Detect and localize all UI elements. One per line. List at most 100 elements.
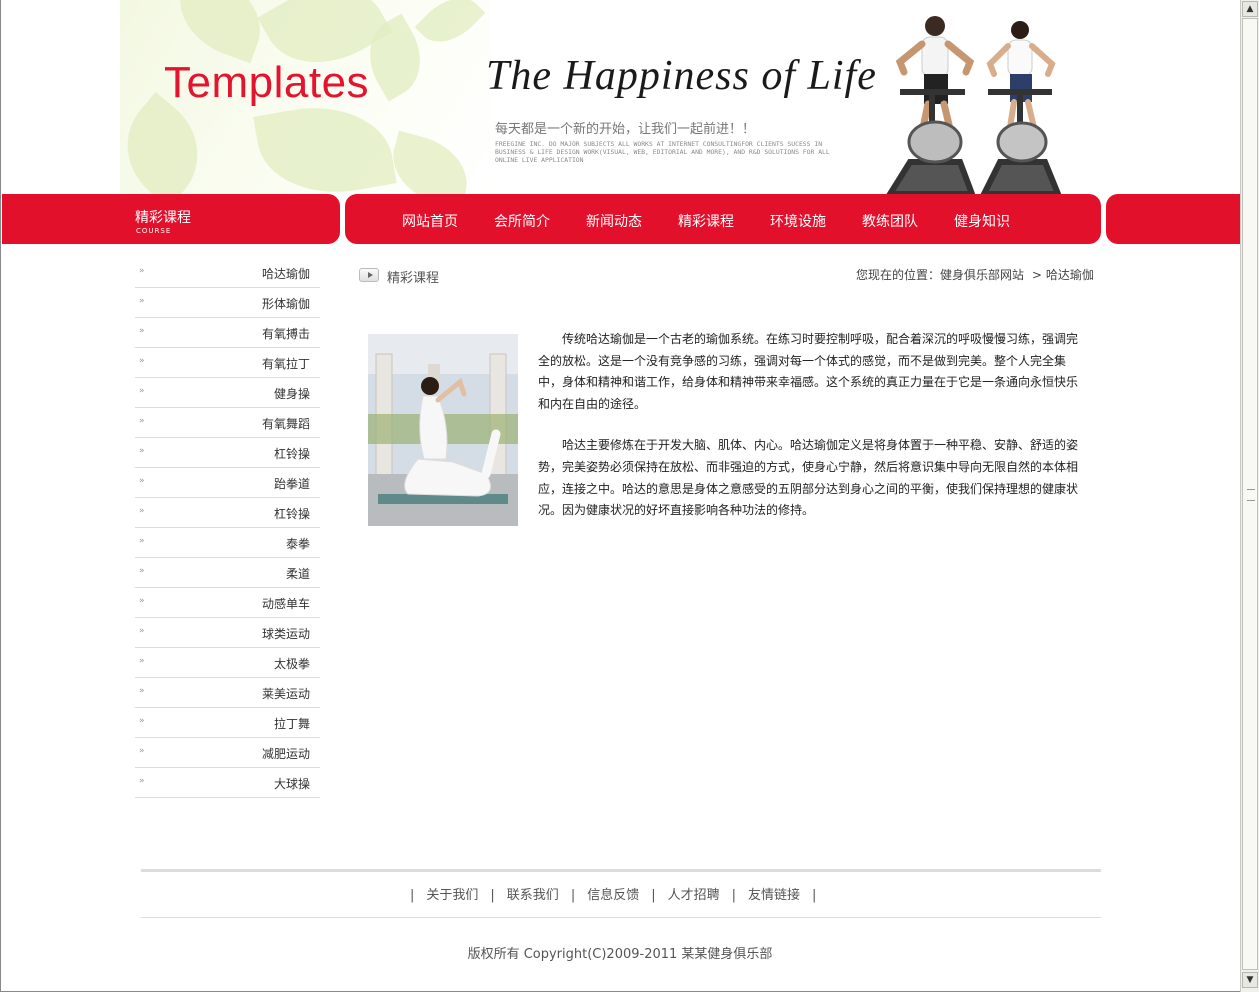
sidebar-item[interactable]: » 有氧拉丁 (135, 348, 320, 378)
course-sidebar: » 哈达瑜伽 » 形体瑜伽 » 有氧搏击 » 有氧拉丁 » 健身操 » 有氧舞蹈 » 杠铃操 » 跆拳道 » 杠铃… (135, 258, 320, 798)
sidebar-item-label: 形体瑜伽 (261, 297, 310, 311)
nav-item-news[interactable]: 新闻动态 (586, 211, 642, 231)
double-arrow-icon: » (139, 296, 145, 306)
scroll-down-icon[interactable]: ▼ (1242, 972, 1258, 988)
section-title: 精彩课程 (135, 210, 191, 226)
nav-item-knowledge[interactable]: 健身知识 (954, 211, 1010, 231)
footer-link[interactable]: 友情链接 (748, 888, 800, 903)
footer-link[interactable]: 人才招聘 (668, 888, 720, 903)
footer-line (141, 917, 1101, 918)
nav-item-home[interactable]: 网站首页 (402, 211, 458, 231)
sidebar-item-label: 跆拳道 (273, 477, 310, 491)
breadcrumb-separator: > (1031, 268, 1042, 282)
vertical-scrollbar[interactable]: ▲ ▼ (1240, 0, 1259, 992)
sidebar-item[interactable]: » 球类运动 (135, 618, 320, 648)
footer-separator: | (731, 888, 737, 903)
sidebar-item[interactable]: » 杠铃操 (135, 498, 320, 528)
double-arrow-icon: » (139, 506, 145, 516)
sidebar-item[interactable]: » 减肥运动 (135, 738, 320, 768)
double-arrow-icon: » (139, 596, 145, 606)
sidebar-item-label: 有氧拉丁 (261, 357, 310, 371)
sidebar-item-label: 有氧搏击 (261, 327, 310, 341)
fitness-people-image (886, 16, 1062, 194)
double-arrow-icon: » (139, 446, 145, 456)
sidebar-item[interactable]: » 泰拳 (135, 528, 320, 558)
slogan-english: FREEGINE INC. DO MAJOR SUBJECTS ALL WORK… (495, 140, 830, 164)
sidebar-item-label: 减肥运动 (261, 747, 310, 761)
sidebar-item[interactable]: » 健身操 (135, 378, 320, 408)
nav-item-about[interactable]: 会所简介 (494, 211, 550, 231)
sidebar-item-label: 大球操 (273, 777, 310, 791)
double-arrow-icon: » (139, 356, 145, 366)
content-title: 精彩课程 (387, 271, 440, 286)
scroll-up-icon[interactable]: ▲ (1242, 1, 1258, 17)
site-header: Templates The Happiness of Life 每天都是一个新的… (120, 0, 1240, 194)
sidebar-item-label: 哈达瑜伽 (261, 267, 310, 281)
copyright: 版权所有 Copyright(C)2009-2011 某某健身俱乐部 (467, 947, 773, 962)
sidebar-item[interactable]: » 大球操 (135, 768, 320, 798)
footer-separator: | (570, 888, 576, 903)
double-arrow-icon: » (139, 266, 145, 276)
sidebar-item-label: 太极拳 (273, 657, 310, 671)
sidebar-item[interactable]: » 拉丁舞 (135, 708, 320, 738)
section-subtitle: COURSE (136, 227, 172, 235)
slogan-chinese: 每天都是一个新的开始，让我们一起前进！！ (495, 122, 756, 137)
sidebar-item-label: 杠铃操 (273, 447, 310, 461)
sidebar-item[interactable]: » 跆拳道 (135, 468, 320, 498)
sidebar-item[interactable]: » 有氧舞蹈 (135, 408, 320, 438)
double-arrow-icon: » (139, 416, 145, 426)
footer-link[interactable]: 关于我们 (426, 888, 478, 903)
footer-links: | 关于我们 | 联系我们 | 信息反馈 | 人才招聘 | 友情链接 | (398, 884, 828, 903)
arrow-right-icon (359, 268, 379, 282)
nav-right-panel (1106, 194, 1240, 244)
footer-link[interactable]: 信息反馈 (587, 888, 639, 903)
footer-divider (141, 869, 1101, 872)
nav-item-coaches[interactable]: 教练团队 (862, 211, 918, 231)
double-arrow-icon: » (139, 716, 145, 726)
sidebar-item-label: 泰拳 (285, 537, 310, 551)
slogan-script: The Happiness of Life (486, 53, 877, 99)
article-body: 传统哈达瑜伽是一个古老的瑜伽系统。在练习时要控制呼吸，配合着深沉的呼吸慢慢习练，… (538, 329, 1083, 542)
nav-item-facilities[interactable]: 环境设施 (770, 211, 826, 231)
double-arrow-icon: » (139, 536, 145, 546)
sidebar-item-label: 动感单车 (261, 597, 310, 611)
sidebar-item[interactable]: » 有氧搏击 (135, 318, 320, 348)
sidebar-item-label: 莱美运动 (261, 687, 310, 701)
sidebar-item[interactable]: » 形体瑜伽 (135, 288, 320, 318)
double-arrow-icon: » (139, 386, 145, 396)
sidebar-item[interactable]: » 莱美运动 (135, 678, 320, 708)
sidebar-item-label: 球类运动 (261, 627, 310, 641)
sidebar-item-label: 柔道 (285, 567, 310, 581)
footer-separator: | (410, 888, 415, 903)
double-arrow-icon: » (139, 626, 145, 636)
nav-item-courses[interactable]: 精彩课程 (678, 211, 734, 231)
double-arrow-icon: » (139, 776, 145, 786)
double-arrow-icon: » (139, 566, 145, 576)
footer-link[interactable]: 联系我们 (507, 888, 559, 903)
breadcrumb: 您现在的位置：健身俱乐部网站 > 哈达瑜伽 (856, 266, 1094, 283)
yoga-photo (368, 334, 518, 526)
scrollbar-thumb[interactable] (1242, 18, 1258, 970)
breadcrumb-site-link[interactable]: 健身俱乐部网站 (940, 268, 1024, 282)
sidebar-item[interactable]: » 哈达瑜伽 (135, 258, 320, 288)
sidebar-item-label: 杠铃操 (273, 507, 310, 521)
double-arrow-icon: » (139, 656, 145, 666)
breadcrumb-current: 哈达瑜伽 (1045, 268, 1094, 282)
sidebar-item-label: 健身操 (273, 387, 310, 401)
double-arrow-icon: » (139, 326, 145, 336)
footer-separator: | (812, 888, 817, 903)
sidebar-item[interactable]: » 太极拳 (135, 648, 320, 678)
footer-separator: | (651, 888, 656, 903)
footer-separator: | (490, 888, 495, 903)
double-arrow-icon: » (139, 746, 145, 756)
double-arrow-icon: » (139, 686, 145, 696)
article-paragraph: 哈达主要修炼在于开发大脑、肌体、内心。哈达瑜伽定义是将身体置于一种平稳、安静、舒… (538, 438, 1079, 518)
sidebar-item[interactable]: » 动感单车 (135, 588, 320, 618)
sidebar-item[interactable]: » 柔道 (135, 558, 320, 588)
breadcrumb-label: 您现在的位置： (856, 268, 941, 282)
sidebar-item-label: 拉丁舞 (273, 717, 310, 731)
double-arrow-icon: » (139, 476, 145, 486)
site-logo[interactable]: Templates (164, 58, 369, 108)
article-paragraph: 传统哈达瑜伽是一个古老的瑜伽系统。在练习时要控制呼吸，配合着深沉的呼吸慢慢习练，… (538, 332, 1079, 411)
sidebar-item[interactable]: » 杠铃操 (135, 438, 320, 468)
